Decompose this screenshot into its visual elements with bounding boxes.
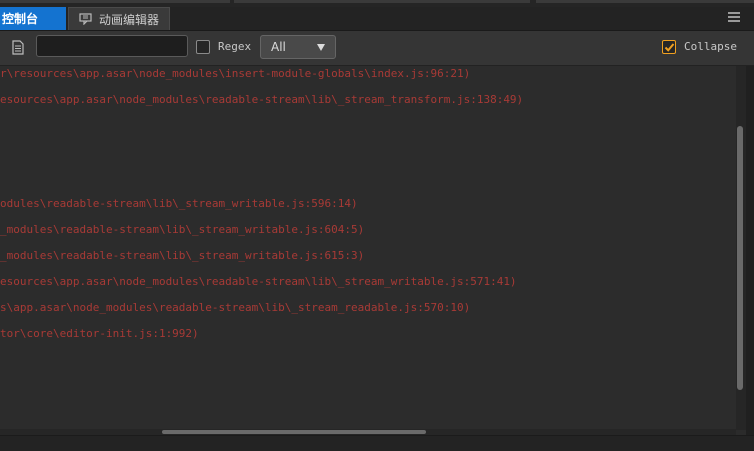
tab-console-label: 控制台 [2, 12, 39, 26]
top-strip-segment [536, 0, 754, 3]
collapse-checkbox[interactable] [662, 40, 676, 54]
regex-label: Regex [218, 40, 252, 53]
vertical-scrollbar-thumb[interactable] [737, 126, 743, 390]
panel-tab-bar: 控制台 动画编辑器 [0, 7, 754, 31]
top-strip-segment [234, 0, 530, 3]
panel-bottom-bar [0, 435, 754, 451]
log-line[interactable]: s\app.asar\node_modules\readable-stream\… [0, 301, 470, 314]
log-level-select[interactable]: All [260, 35, 336, 59]
vertical-scrollbar[interactable] [736, 66, 746, 430]
log-line[interactable]: r\resources\app.asar\node_modules\insert… [0, 67, 470, 80]
tab-console[interactable]: 控制台 [0, 7, 66, 30]
filter-input[interactable] [36, 35, 188, 57]
log-line[interactable]: esources\app.asar\node_modules\readable-… [0, 275, 517, 288]
hamburger-menu-icon[interactable] [728, 12, 740, 24]
horizontal-scrollbar-thumb[interactable] [162, 430, 426, 434]
collapse-label: Collapse [684, 40, 737, 53]
console-toolbar: Regex All Collapse [0, 31, 754, 66]
checkmark-icon [664, 43, 675, 52]
log-line[interactable]: odules\readable-stream\lib\_stream_writa… [0, 197, 358, 210]
regex-checkbox[interactable] [196, 40, 210, 54]
tab-animation-editor[interactable]: 动画编辑器 [68, 7, 170, 30]
log-line[interactable]: _modules\readable-stream\lib\_stream_wri… [0, 249, 364, 262]
log-level-selected-value: All [271, 40, 286, 54]
top-strip-segment [0, 0, 230, 3]
log-line[interactable]: esources\app.asar\node_modules\readable-… [0, 93, 523, 106]
panel-right-edge [746, 66, 754, 435]
console-log-area[interactable]: r\resources\app.asar\node_modules\insert… [0, 66, 736, 430]
log-line[interactable]: tor\core\editor-init.js:1:992) [0, 327, 199, 340]
speech-bubble-icon [79, 13, 93, 26]
dropdown-caret-icon [317, 44, 325, 51]
tab-animation-editor-label: 动画编辑器 [99, 12, 160, 27]
clear-log-document-icon[interactable] [12, 40, 24, 55]
window-top-strip [0, 0, 754, 7]
log-line[interactable]: _modules\readable-stream\lib\_stream_wri… [0, 223, 364, 236]
